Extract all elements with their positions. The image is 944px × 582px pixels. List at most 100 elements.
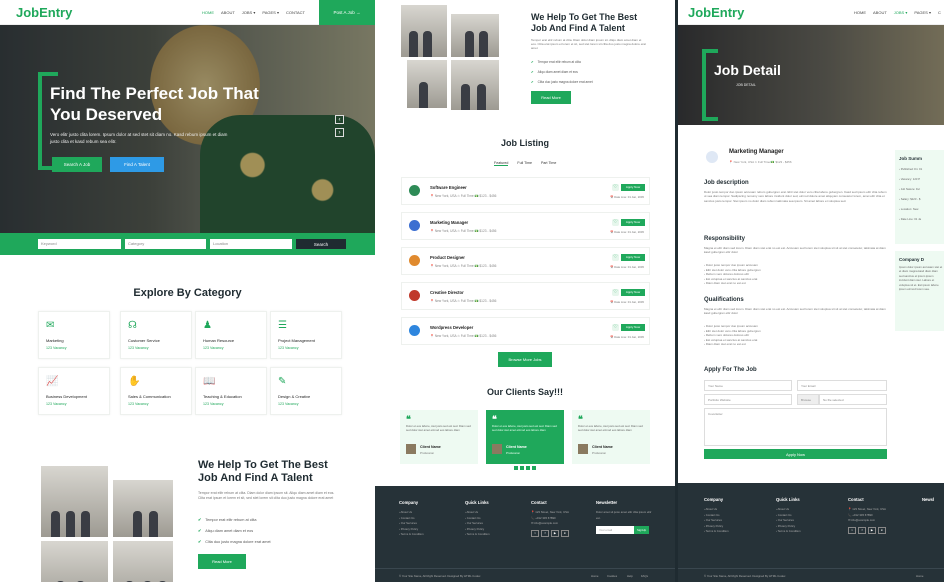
job-title[interactable]: Creative Director xyxy=(430,290,464,295)
apply-now-button[interactable]: Apply Now xyxy=(621,289,645,296)
check-icon: ✔ xyxy=(531,60,534,64)
read-more-button[interactable]: Read More xyxy=(198,554,246,569)
bottom-link-home[interactable]: Home xyxy=(916,574,923,578)
bottom-link-faqs[interactable]: FAQs xyxy=(641,574,648,578)
email-input[interactable]: Your Email xyxy=(797,380,887,391)
facebook-icon[interactable]: f xyxy=(858,526,866,534)
twitter-icon[interactable]: t xyxy=(848,526,856,534)
logo[interactable]: JobEntry xyxy=(0,5,72,20)
category-card[interactable]: 📈 Business Development 123 Vacancy xyxy=(38,367,110,415)
nav-jobs[interactable]: JOBS ▾ xyxy=(894,10,908,15)
footer-quick-heading: Quick Links xyxy=(465,500,489,505)
category-select[interactable]: Category xyxy=(125,239,206,249)
apply-now-button[interactable]: Apply Now xyxy=(704,449,887,459)
nav-home[interactable]: HOME xyxy=(854,10,866,15)
twitter-icon[interactable]: t xyxy=(531,529,539,537)
nav-jobs[interactable]: JOBS ▾ xyxy=(242,10,256,15)
job-item[interactable]: Product Designer 📍 New York, USA ⏲ Full T… xyxy=(401,247,650,275)
footer-link[interactable]: › Terms & Condition xyxy=(399,532,424,538)
company-detail-text: Ipsum dolor ipsum accusam stet et et dia… xyxy=(899,265,943,292)
cover-letter-textarea[interactable]: Coverletter xyxy=(704,408,887,446)
avatar xyxy=(578,444,588,454)
job-item[interactable]: Marketing Manager 📍 New York, USA ⏲ Full … xyxy=(401,212,650,240)
testimonial-card: ❝ Dolor et eos labore, stet justo sed est… xyxy=(486,410,564,464)
facebook-icon[interactable]: f xyxy=(541,529,549,537)
responsibility-text: Magna et elitr diam sed lorem. Diam diam… xyxy=(704,246,886,255)
heart-icon[interactable]: ♡ xyxy=(612,324,619,331)
bottom-link-home[interactable]: Home xyxy=(591,574,598,578)
job-item[interactable]: Creative Director 📍 New York, USA ⏲ Full … xyxy=(401,282,650,310)
job-meta: 📍 New York, USA ⏲ Full Time 💵 $123 - $45… xyxy=(430,264,497,268)
keyword-input[interactable]: Keyword xyxy=(38,239,121,249)
heart-icon[interactable]: ♡ xyxy=(612,289,619,296)
job-title[interactable]: Product Designer xyxy=(430,255,465,260)
category-card[interactable]: ☊ Customer Service 123 Vacancy xyxy=(120,311,192,359)
check-text: Aliqu diam amet diam et eos xyxy=(205,529,254,533)
job-deadline: 📅 Date Line: 01 Jan, 2045 xyxy=(610,300,644,304)
carousel-prev-icon[interactable]: ‹ xyxy=(335,115,344,124)
portfolio-input[interactable]: Portfolio Website xyxy=(704,394,792,405)
category-card[interactable]: 📖 Teaching & Education 123 Vacancy xyxy=(195,367,267,415)
carousel-next-icon[interactable]: › xyxy=(335,128,344,137)
bottom-link-help[interactable]: Help xyxy=(627,574,633,578)
category-card[interactable]: ☰ Project Management 123 Vacancy xyxy=(270,311,342,359)
find-talent-button[interactable]: Find A Talent xyxy=(110,157,164,172)
location-select[interactable]: Location xyxy=(210,239,292,249)
apply-now-button[interactable]: Apply Now xyxy=(621,254,645,261)
nav-contact[interactable]: CONTACT xyxy=(286,10,305,15)
job-item[interactable]: Wordpress Developer 📍 New York, USA ⏲ Ful… xyxy=(401,317,650,345)
apply-now-button[interactable]: Apply Now xyxy=(621,184,645,191)
job-title[interactable]: Software Engineer xyxy=(430,185,467,190)
category-card[interactable]: ✎ Design & Creative 123 Vacancy xyxy=(270,367,342,415)
heart-icon[interactable]: ♡ xyxy=(612,254,619,261)
browse-file-button[interactable]: Browse xyxy=(797,394,819,405)
testimonial-text: Dolor et eos labore, stet justo sed est … xyxy=(578,424,643,432)
heart-icon[interactable]: ♡ xyxy=(612,184,619,191)
apply-now-button[interactable]: Apply Now xyxy=(621,219,645,226)
nav-pages[interactable]: PAGES ▾ xyxy=(914,10,931,15)
about-photo-4 xyxy=(113,541,173,582)
apply-now-button[interactable]: Apply Now xyxy=(621,324,645,331)
detail-logo[interactable]: JobEntry xyxy=(678,5,744,20)
youtube-icon[interactable]: ▶ xyxy=(551,529,559,537)
footer-link[interactable]: › Terms & Condition xyxy=(465,532,490,538)
job-meta: 📍 New York, USA ⏲ Full Time 💵 $123 - $45… xyxy=(430,299,497,303)
post-job-button[interactable]: Post A Job → xyxy=(319,0,375,25)
signup-button[interactable]: SignUp xyxy=(634,526,650,534)
job-item[interactable]: Software Engineer 📍 New York, USA ⏲ Full … xyxy=(401,177,650,205)
category-vacancy: 123 Vacancy xyxy=(128,346,149,350)
footer-link[interactable]: › Terms & Condition xyxy=(776,529,801,535)
category-card[interactable]: ✉ Marketing 123 Vacancy xyxy=(38,311,110,359)
nav-pages[interactable]: PAGES ▾ xyxy=(262,10,279,15)
nav-about[interactable]: ABOUT xyxy=(221,10,235,15)
carousel-dots[interactable] xyxy=(514,466,536,470)
footer-link[interactable]: › Terms & Condition xyxy=(704,529,729,535)
browse-more-jobs-button[interactable]: Browse More Jobs xyxy=(498,352,552,367)
linkedin-icon[interactable]: in xyxy=(878,526,886,534)
category-card[interactable]: ♟ Human Resource 123 Vacancy xyxy=(195,311,267,359)
nav-contact[interactable]: C xyxy=(938,10,941,15)
tab-part-time[interactable]: Part Time xyxy=(541,161,556,166)
detail-navbar: JobEntry HOME ABOUT JOBS ▾ PAGES ▾ C xyxy=(678,0,944,25)
tab-featured[interactable]: Featured xyxy=(494,161,509,166)
newsletter-email-input[interactable]: Your email xyxy=(596,526,634,534)
heart-icon[interactable]: ♡ xyxy=(612,219,619,226)
listing-read-more-button[interactable]: Read More xyxy=(531,91,571,104)
linkedin-icon[interactable]: in xyxy=(561,529,569,537)
tab-full-time[interactable]: Full Time xyxy=(517,161,532,166)
footer-contact-heading: Contact xyxy=(531,500,547,505)
youtube-icon[interactable]: ▶ xyxy=(868,526,876,534)
search-job-button[interactable]: Search A Job xyxy=(52,157,102,172)
job-title[interactable]: Marketing Manager xyxy=(430,220,468,225)
name-input[interactable]: Your Name xyxy=(704,380,792,391)
job-title[interactable]: Wordpress Developer xyxy=(430,325,473,330)
nav-home[interactable]: HOME xyxy=(202,10,214,15)
summary-item: › Salary: $123 - $ xyxy=(899,197,921,201)
bottom-link-cookies[interactable]: Cookies xyxy=(607,574,617,578)
detail-footer: Company › About Us › Contact Us › Our Se… xyxy=(678,483,944,582)
nav-about[interactable]: ABOUT xyxy=(873,10,887,15)
category-card[interactable]: ✋ Sales & Communication 123 Vacancy xyxy=(120,367,192,415)
detail-page-panel: JobEntry HOME ABOUT JOBS ▾ PAGES ▾ C Job… xyxy=(678,0,944,582)
search-button[interactable]: Search xyxy=(296,239,346,249)
check-text: Tempor erat elitr rebum at clita xyxy=(205,518,257,522)
